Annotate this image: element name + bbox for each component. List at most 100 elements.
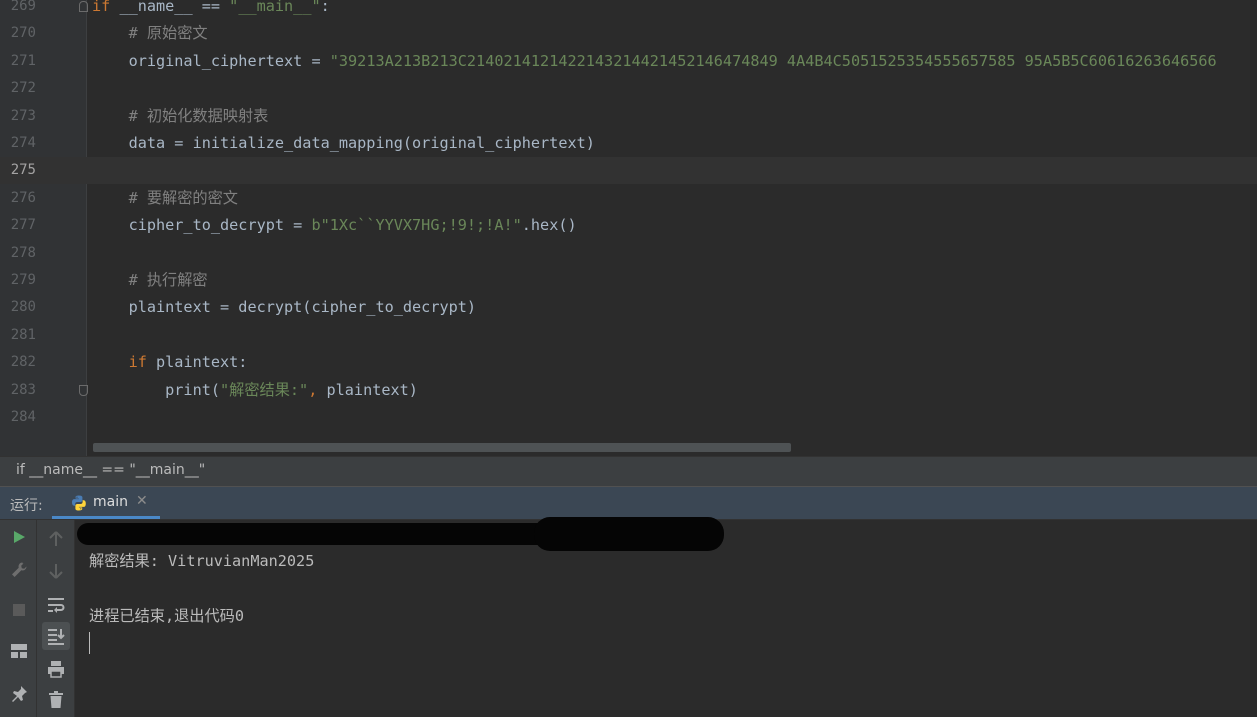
code-token: __name__ — [119, 0, 193, 15]
code-line[interactable]: 272 — [0, 75, 1257, 102]
code-text: cipher_to_decrypt = b"1Xc``YYVX7HG;!9!;!… — [92, 212, 577, 239]
line-number[interactable]: 283 — [0, 377, 36, 404]
breadcrumb-text[interactable]: if __name__ == "__main__" — [16, 462, 205, 478]
code-token: : — [320, 0, 330, 15]
code-text: if __name__ == "__main__": — [92, 0, 330, 20]
code-token: original_ciphertext = — [92, 51, 330, 70]
soft-wrap-icon — [48, 598, 65, 613]
code-line[interactable]: 284 — [0, 404, 1257, 431]
code-line[interactable]: 281 — [0, 322, 1257, 349]
up-button[interactable] — [42, 525, 70, 553]
code-line[interactable]: 282 if plaintext: — [0, 349, 1257, 376]
stop-icon — [13, 604, 25, 616]
tab-main-label: main — [93, 494, 128, 510]
line-number[interactable]: 270 — [0, 20, 36, 47]
line-number[interactable]: 275 — [0, 157, 36, 184]
down-button[interactable] — [42, 557, 70, 585]
down-arrow-icon — [49, 564, 63, 579]
layout-icon — [11, 644, 27, 658]
code-line[interactable]: 279 # 执行解密 — [0, 267, 1257, 294]
code-line[interactable]: 277 cipher_to_decrypt = b"1Xc``YYVX7HG;!… — [0, 212, 1257, 239]
code-line[interactable]: 274 data = initialize_data_mapping(origi… — [0, 130, 1257, 157]
line-number[interactable]: 284 — [0, 404, 36, 431]
line-number[interactable]: 273 — [0, 103, 36, 130]
rerun-settings-button[interactable] — [5, 556, 33, 584]
code-token: plaintext = decrypt(cipher_to_decrypt) — [92, 298, 477, 317]
line-number[interactable]: 279 — [0, 267, 36, 294]
code-token: b"1Xc``YYVX7HG;!9!;!A!" — [311, 216, 522, 235]
code-line[interactable]: 276 # 要解密的密文 — [0, 185, 1257, 212]
line-number[interactable]: 281 — [0, 322, 36, 349]
text-caret — [89, 632, 90, 654]
pin-tab-button[interactable] — [5, 680, 33, 708]
line-number[interactable]: 271 — [0, 48, 36, 75]
fold-marker-icon[interactable] — [79, 384, 88, 396]
code-line[interactable]: 270 # 原始密文 — [0, 20, 1257, 47]
line-number[interactable]: 272 — [0, 75, 36, 102]
code-token: # 执行解密 — [92, 271, 208, 289]
code-line[interactable]: 278 — [0, 240, 1257, 267]
wrench-icon — [12, 562, 27, 577]
code-token: # 原始密文 — [92, 24, 208, 43]
console-output[interactable]: 解密结果: VitruvianMan2025 进程已结束,退出代码0 — [77, 517, 1249, 717]
redacted-line-blob — [534, 517, 724, 551]
up-arrow-icon — [49, 531, 63, 546]
code-text: data = initialize_data_mapping(original_… — [92, 130, 595, 157]
code-line[interactable]: 283 print("解密结果:", plaintext) — [0, 377, 1257, 404]
code-line[interactable]: 271 original_ciphertext = "39213A213B213… — [0, 48, 1257, 75]
run-toolbar-left — [0, 520, 37, 717]
line-number[interactable]: 282 — [0, 349, 36, 376]
line-number[interactable]: 278 — [0, 240, 36, 267]
scroll-to-end-button[interactable] — [42, 622, 70, 650]
code-token: plaintext: — [156, 353, 248, 372]
code-token: .hex() — [521, 216, 577, 235]
code-token: plaintext) — [326, 380, 418, 399]
print-icon — [48, 661, 64, 678]
code-token: if — [128, 353, 157, 372]
code-token: == — [192, 0, 230, 15]
code-editor[interactable]: 269 if __name__ == "__main__": 270 # 原始密文 2… — [0, 0, 1257, 456]
code-text: # 要解密的密文 — [92, 185, 238, 212]
code-token: # 要解密的密文 — [92, 188, 238, 207]
code-text: # 初始化数据映射表 — [92, 103, 269, 130]
code-token: if — [92, 0, 120, 15]
code-token: print( — [92, 380, 221, 399]
clear-all-button[interactable] — [42, 686, 70, 714]
fold-marker-icon[interactable] — [79, 1, 88, 12]
python-icon — [72, 495, 86, 511]
code-line[interactable]: 269 if __name__ == "__main__": — [0, 0, 1257, 20]
line-number[interactable]: 276 — [0, 185, 36, 212]
active-tab-indicator — [52, 516, 160, 519]
code-text: print("解密结果:", plaintext) — [92, 377, 418, 404]
stop-button[interactable] — [5, 596, 33, 624]
breadcrumb[interactable]: if __name__ == "__main__" — [0, 456, 1257, 486]
code-line[interactable]: 273 # 初始化数据映射表 — [0, 103, 1257, 130]
line-number[interactable]: 274 — [0, 130, 36, 157]
code-text: # 执行解密 — [92, 267, 208, 294]
close-icon[interactable]: ✕ — [136, 493, 148, 509]
restore-layout-button[interactable] — [5, 637, 33, 665]
line-number[interactable]: 280 — [0, 294, 36, 321]
run-tool-window-header: 运行: main ✕ — [0, 486, 1257, 520]
code-line[interactable]: 280 plaintext = decrypt(cipher_to_decryp… — [0, 294, 1257, 321]
scroll-to-end-icon — [48, 629, 65, 645]
trash-icon — [49, 691, 63, 708]
code-token: "39213A213B213C2140214121422143214421452… — [329, 51, 1217, 70]
tab-main[interactable]: main ✕ — [52, 487, 160, 519]
code-text: original_ciphertext = "39213A213B213C214… — [92, 48, 1217, 75]
code-text: # 原始密文 — [92, 20, 208, 47]
code-token: data = initialize_data_mapping(original_… — [92, 134, 595, 152]
line-number[interactable]: 269 — [0, 0, 36, 20]
code-line[interactable]: 275 — [0, 157, 1257, 185]
run-toolbar-right — [37, 520, 75, 717]
pin-icon — [12, 686, 27, 702]
result-output-line: 解密结果: VitruvianMan2025 — [89, 552, 315, 570]
horizontal-scrollbar[interactable] — [93, 443, 791, 452]
run-button[interactable] — [5, 523, 33, 551]
print-button[interactable] — [42, 655, 70, 683]
code-token: # 初始化数据映射表 — [92, 106, 269, 125]
soft-wrap-button[interactable] — [42, 591, 70, 619]
code-token: cipher_to_decrypt = — [92, 216, 312, 235]
line-number[interactable]: 277 — [0, 212, 36, 239]
